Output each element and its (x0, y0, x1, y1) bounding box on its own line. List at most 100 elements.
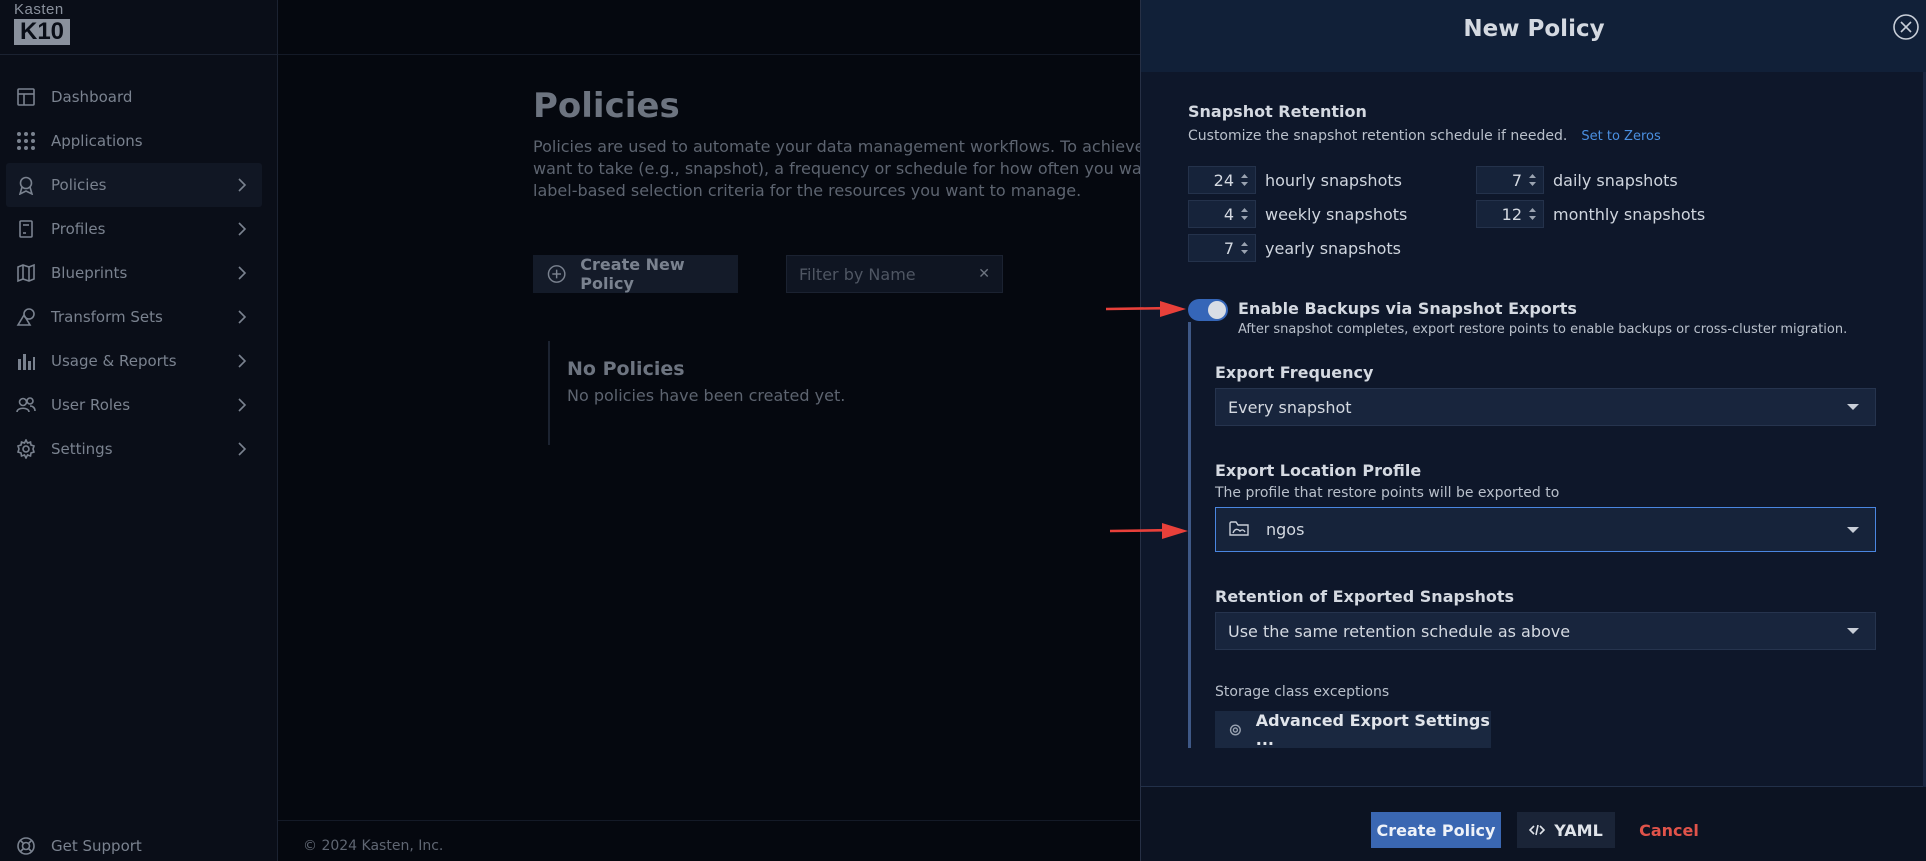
sidebar-item-label: Policies (51, 176, 107, 194)
sidebar-item-applications[interactable]: Applications (6, 119, 262, 163)
yearly-label: yearly snapshots (1265, 238, 1402, 258)
copyright: © 2024 Kasten, Inc. (303, 838, 444, 854)
retention-yearly: 7 yearly snapshots (1188, 234, 1401, 262)
hourly-value: 24 (1213, 170, 1234, 190)
retention-weekly: 4 weekly snapshots (1188, 200, 1407, 228)
export-frequency-label: Export Frequency (1215, 363, 1374, 382)
policy-ribbon-icon (16, 175, 36, 195)
shapes-icon (16, 307, 36, 327)
hourly-label: hourly snapshots (1265, 170, 1402, 190)
caret-down-icon (1847, 404, 1859, 410)
chevron-right-icon (234, 221, 250, 237)
weekly-stepper[interactable]: 4 (1188, 200, 1256, 228)
chevron-right-icon (234, 353, 250, 369)
logo-wordmark: Kasten (14, 1, 64, 18)
cancel-button[interactable]: Cancel (1638, 812, 1700, 848)
sidebar-item-label: Profiles (51, 220, 106, 238)
export-frequency-select[interactable]: Every snapshot (1215, 388, 1876, 426)
get-support-link[interactable]: Get Support (16, 836, 142, 856)
retention-monthly: 12 monthly snapshots (1476, 200, 1705, 228)
close-button[interactable] (1893, 14, 1919, 40)
daily-label: daily snapshots (1553, 170, 1678, 190)
stepper-arrows-icon (1241, 208, 1248, 220)
dashboard-icon (16, 87, 36, 107)
chevron-right-icon (234, 397, 250, 413)
grid-dots-icon (16, 131, 36, 151)
sidebar-item-label: Applications (51, 132, 143, 150)
bar-chart-icon (16, 351, 36, 371)
monthly-label: monthly snapshots (1553, 204, 1706, 224)
weekly-value: 4 (1223, 204, 1234, 224)
sidebar-item-label: User Roles (51, 396, 131, 414)
sidebar-divider (0, 54, 278, 55)
profile-doc-icon (16, 219, 36, 239)
snapshot-retention-subtitle-text: Customize the snapshot retention schedul… (1188, 128, 1568, 144)
create-policy-button[interactable]: Create Policy (1371, 812, 1501, 848)
enable-backups-title: Enable Backups via Snapshot Exports (1238, 299, 1577, 318)
logo-badge: K10 (14, 19, 71, 45)
description-line: Policies are used to automate your data … (533, 137, 1140, 156)
sidebar-item-blueprints[interactable]: Blueprints (6, 251, 262, 295)
snapshot-retention-title: Snapshot Retention (1188, 102, 1367, 121)
export-location-select[interactable]: ngos (1215, 507, 1876, 552)
yaml-button[interactable]: YAML (1517, 812, 1615, 848)
sidebar-item-label: Transform Sets (51, 308, 163, 326)
header-divider (278, 54, 1140, 55)
sidebar-item-usage-reports[interactable]: Usage & Reports (6, 339, 262, 383)
retention-hourly: 24 hourly snapshots (1188, 166, 1402, 194)
description-line: want to take (e.g., snapshot), a frequen… (533, 159, 1140, 178)
export-location-label: Export Location Profile (1215, 461, 1422, 480)
drawer-header: New Policy (1141, 0, 1926, 72)
filter-by-name: ✕ (786, 255, 1003, 293)
export-frequency-value: Every snapshot (1228, 397, 1352, 417)
advanced-export-settings-button[interactable]: Advanced Export Settings ... (1215, 711, 1491, 749)
support-icon (17, 837, 35, 855)
page-title: Policies (533, 86, 680, 126)
sidebar-item-label: Settings (51, 440, 113, 458)
enable-backups-toggle[interactable] (1188, 299, 1228, 321)
sidebar-item-user-roles[interactable]: User Roles (6, 383, 262, 427)
set-to-zeros-link[interactable]: Set to Zeros (1581, 129, 1660, 144)
users-icon (16, 395, 36, 415)
annotation-arrow-toggle (1105, 301, 1186, 317)
gear-icon (16, 439, 36, 459)
monthly-value: 12 (1501, 204, 1522, 224)
annotation-arrow-location (1109, 523, 1188, 539)
daily-stepper[interactable]: 7 (1476, 166, 1544, 194)
sidebar-item-label: Blueprints (51, 264, 128, 282)
chevron-right-icon (234, 309, 250, 325)
empty-state-card: No Policies No policies have been create… (548, 341, 1108, 445)
close-icon (1893, 14, 1919, 40)
weekly-label: weekly snapshots (1265, 204, 1408, 224)
yearly-stepper[interactable]: 7 (1188, 234, 1256, 262)
sidebar-item-profiles[interactable]: Profiles (6, 207, 262, 251)
kasten-logo[interactable]: Kasten K10 (14, 1, 71, 45)
daily-value: 7 (1511, 170, 1522, 190)
monthly-stepper[interactable]: 12 (1476, 200, 1544, 228)
create-new-policy-button[interactable]: Create New Policy (533, 255, 738, 293)
sidebar-item-label: Usage & Reports (51, 352, 177, 370)
sidebar-item-policies[interactable]: Policies (6, 163, 262, 207)
stepper-arrows-icon (1529, 208, 1536, 220)
chevron-right-icon (234, 441, 250, 457)
empty-state-subtitle: No policies have been created yet. (567, 386, 846, 405)
export-location-subtitle: The profile that restore points will be … (1215, 485, 1560, 501)
filter-input[interactable] (799, 264, 969, 284)
export-retention-value: Use the same retention schedule as above (1228, 621, 1571, 641)
clear-filter-icon[interactable]: ✕ (978, 266, 990, 282)
sidebar-item-transform-sets[interactable]: Transform Sets (6, 295, 262, 339)
caret-down-icon (1847, 628, 1859, 634)
retention-daily: 7 daily snapshots (1476, 166, 1678, 194)
stepper-arrows-icon (1241, 242, 1248, 254)
sidebar-item-dashboard[interactable]: Dashboard (6, 75, 262, 119)
caret-down-icon (1847, 527, 1859, 533)
export-retention-label: Retention of Exported Snapshots (1215, 587, 1515, 606)
stepper-arrows-icon (1241, 174, 1248, 186)
storage-class-label: Storage class exceptions (1215, 684, 1390, 700)
snapshot-retention-subtitle: Customize the snapshot retention schedul… (1188, 128, 1661, 144)
export-retention-select[interactable]: Use the same retention schedule as above (1215, 612, 1876, 650)
sidebar-item-settings[interactable]: Settings (6, 427, 262, 471)
yaml-label: YAML (1554, 820, 1603, 840)
chevron-right-icon (234, 265, 250, 281)
hourly-stepper[interactable]: 24 (1188, 166, 1256, 194)
